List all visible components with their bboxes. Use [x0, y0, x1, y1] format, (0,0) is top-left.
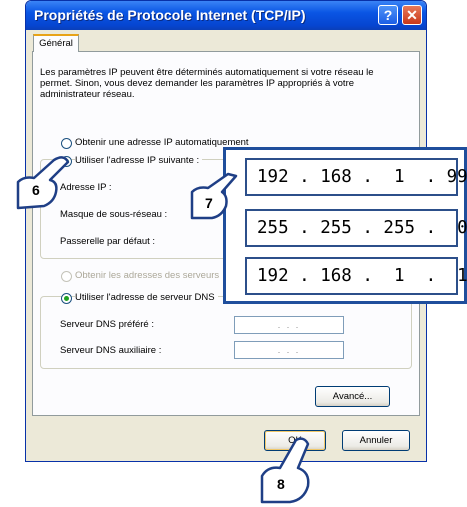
pointer-hand-icon	[190, 172, 238, 220]
step-8-badge: 8	[277, 476, 285, 492]
ip-address-field[interactable]: 192 . 168 . 1 . 99	[245, 158, 467, 196]
alternate-dns-label: Serveur DNS auxiliaire :	[60, 345, 162, 356]
window-title: Propriétés de Protocole Internet (TCP/IP…	[34, 7, 306, 23]
description-text: Les paramètres IP peuvent être déterminé…	[40, 67, 374, 100]
advanced-button[interactable]: Avancé...	[315, 386, 390, 407]
manual-ip-label: Utiliser l'adresse IP suivante :	[75, 155, 203, 166]
title-bar: Propriétés de Protocole Internet (TCP/IP…	[26, 1, 426, 30]
tab-general[interactable]: Général	[33, 34, 79, 52]
alternate-dns-field[interactable]: . . .	[234, 341, 344, 359]
auto-ip-radio[interactable]	[61, 138, 72, 149]
zoomed-ip-values-panel: 192 . 168 . 1 . 99 255 . 255 . 255 . 0 1…	[223, 147, 467, 304]
cancel-button[interactable]: Annuler	[342, 430, 410, 451]
help-button[interactable]: ?	[378, 5, 398, 25]
preferred-dns-label: Serveur DNS préféré :	[60, 319, 154, 330]
preferred-dns-field[interactable]: . . .	[234, 316, 344, 334]
step-6-badge: 6	[32, 182, 40, 198]
pointer-hand-icon	[16, 156, 70, 210]
gateway-label: Passerelle par défaut :	[60, 236, 156, 247]
auto-dns-radio[interactable]	[61, 271, 72, 282]
manual-dns-group	[40, 296, 412, 369]
auto-dns-label: Obtenir les adresses des serveurs	[75, 270, 220, 281]
subnet-mask-field[interactable]: 255 . 255 . 255 . 0	[245, 209, 467, 247]
step-7-badge: 7	[205, 195, 213, 211]
manual-dns-radio[interactable]	[61, 293, 72, 304]
close-button[interactable]: ✕	[402, 5, 422, 25]
pointer-hand-icon	[260, 437, 310, 504]
manual-dns-label: Utiliser l'adresse de serveur DNS	[75, 292, 218, 303]
gateway-field[interactable]: 192 . 168 . 1 . 1	[245, 257, 467, 295]
